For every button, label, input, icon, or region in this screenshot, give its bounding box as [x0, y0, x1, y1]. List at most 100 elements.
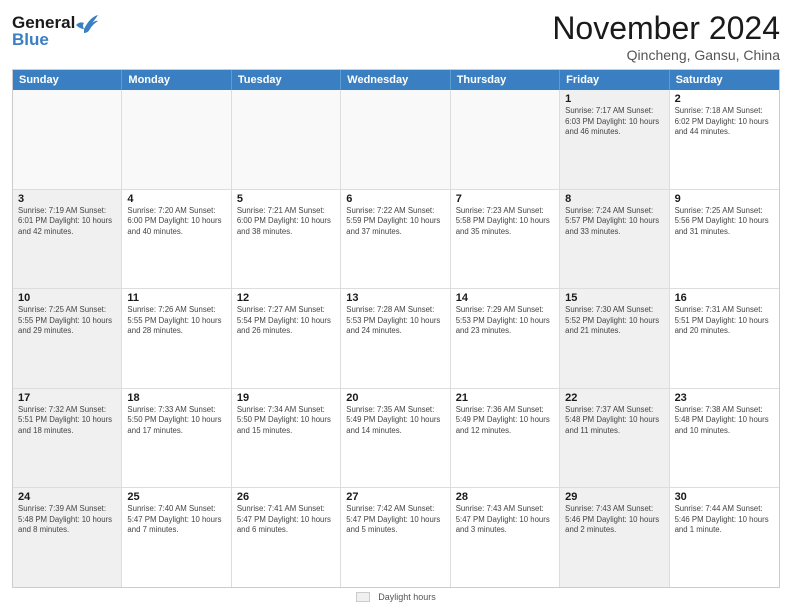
day-info: Sunrise: 7:33 AM Sunset: 5:50 PM Dayligh…	[127, 405, 225, 437]
calendar-row-1: 3Sunrise: 7:19 AM Sunset: 6:01 PM Daylig…	[13, 189, 779, 289]
day-cell-14: 14Sunrise: 7:29 AM Sunset: 5:53 PM Dayli…	[451, 289, 560, 388]
day-number: 30	[675, 491, 774, 503]
legend-box	[356, 592, 370, 602]
day-info: Sunrise: 7:25 AM Sunset: 5:56 PM Dayligh…	[675, 206, 774, 238]
page: General Blue November 2024 Qincheng, Gan…	[0, 0, 792, 612]
day-number: 1	[565, 93, 663, 105]
day-header-tuesday: Tuesday	[232, 70, 341, 90]
day-info: Sunrise: 7:23 AM Sunset: 5:58 PM Dayligh…	[456, 206, 554, 238]
empty-cell-0-3	[341, 90, 450, 189]
day-number: 15	[565, 292, 663, 304]
day-cell-9: 9Sunrise: 7:25 AM Sunset: 5:56 PM Daylig…	[670, 190, 779, 289]
empty-cell-0-4	[451, 90, 560, 189]
day-info: Sunrise: 7:42 AM Sunset: 5:47 PM Dayligh…	[346, 504, 444, 536]
day-number: 22	[565, 392, 663, 404]
day-number: 9	[675, 193, 774, 205]
day-number: 27	[346, 491, 444, 503]
logo-bird-icon	[76, 15, 98, 33]
day-info: Sunrise: 7:21 AM Sunset: 6:00 PM Dayligh…	[237, 206, 335, 238]
day-info: Sunrise: 7:39 AM Sunset: 5:48 PM Dayligh…	[18, 504, 116, 536]
empty-cell-0-0	[13, 90, 122, 189]
day-number: 8	[565, 193, 663, 205]
day-cell-5: 5Sunrise: 7:21 AM Sunset: 6:00 PM Daylig…	[232, 190, 341, 289]
day-cell-6: 6Sunrise: 7:22 AM Sunset: 5:59 PM Daylig…	[341, 190, 450, 289]
calendar-row-3: 17Sunrise: 7:32 AM Sunset: 5:51 PM Dayli…	[13, 388, 779, 488]
day-header-wednesday: Wednesday	[341, 70, 450, 90]
day-cell-10: 10Sunrise: 7:25 AM Sunset: 5:55 PM Dayli…	[13, 289, 122, 388]
day-number: 23	[675, 392, 774, 404]
day-info: Sunrise: 7:43 AM Sunset: 5:46 PM Dayligh…	[565, 504, 663, 536]
day-cell-18: 18Sunrise: 7:33 AM Sunset: 5:50 PM Dayli…	[122, 389, 231, 488]
footer: Daylight hours	[12, 592, 780, 602]
day-number: 7	[456, 193, 554, 205]
day-info: Sunrise: 7:41 AM Sunset: 5:47 PM Dayligh…	[237, 504, 335, 536]
day-info: Sunrise: 7:36 AM Sunset: 5:49 PM Dayligh…	[456, 405, 554, 437]
day-info: Sunrise: 7:31 AM Sunset: 5:51 PM Dayligh…	[675, 305, 774, 337]
day-info: Sunrise: 7:25 AM Sunset: 5:55 PM Dayligh…	[18, 305, 116, 337]
day-cell-20: 20Sunrise: 7:35 AM Sunset: 5:49 PM Dayli…	[341, 389, 450, 488]
day-number: 10	[18, 292, 116, 304]
day-cell-11: 11Sunrise: 7:26 AM Sunset: 5:55 PM Dayli…	[122, 289, 231, 388]
logo-blue-text: Blue	[12, 31, 98, 50]
title-block: November 2024 Qincheng, Gansu, China	[552, 10, 780, 63]
day-cell-7: 7Sunrise: 7:23 AM Sunset: 5:58 PM Daylig…	[451, 190, 560, 289]
day-info: Sunrise: 7:24 AM Sunset: 5:57 PM Dayligh…	[565, 206, 663, 238]
calendar: SundayMondayTuesdayWednesdayThursdayFrid…	[12, 69, 780, 588]
day-number: 21	[456, 392, 554, 404]
day-cell-28: 28Sunrise: 7:43 AM Sunset: 5:47 PM Dayli…	[451, 488, 560, 587]
day-number: 20	[346, 392, 444, 404]
day-cell-29: 29Sunrise: 7:43 AM Sunset: 5:46 PM Dayli…	[560, 488, 669, 587]
legend-label: Daylight hours	[378, 592, 436, 602]
day-info: Sunrise: 7:38 AM Sunset: 5:48 PM Dayligh…	[675, 405, 774, 437]
day-info: Sunrise: 7:30 AM Sunset: 5:52 PM Dayligh…	[565, 305, 663, 337]
day-info: Sunrise: 7:40 AM Sunset: 5:47 PM Dayligh…	[127, 504, 225, 536]
day-number: 19	[237, 392, 335, 404]
day-cell-25: 25Sunrise: 7:40 AM Sunset: 5:47 PM Dayli…	[122, 488, 231, 587]
day-cell-26: 26Sunrise: 7:41 AM Sunset: 5:47 PM Dayli…	[232, 488, 341, 587]
day-number: 24	[18, 491, 116, 503]
day-cell-22: 22Sunrise: 7:37 AM Sunset: 5:48 PM Dayli…	[560, 389, 669, 488]
empty-cell-0-1	[122, 90, 231, 189]
calendar-header: SundayMondayTuesdayWednesdayThursdayFrid…	[13, 70, 779, 90]
day-number: 2	[675, 93, 774, 105]
day-cell-4: 4Sunrise: 7:20 AM Sunset: 6:00 PM Daylig…	[122, 190, 231, 289]
day-cell-21: 21Sunrise: 7:36 AM Sunset: 5:49 PM Dayli…	[451, 389, 560, 488]
day-cell-19: 19Sunrise: 7:34 AM Sunset: 5:50 PM Dayli…	[232, 389, 341, 488]
day-info: Sunrise: 7:20 AM Sunset: 6:00 PM Dayligh…	[127, 206, 225, 238]
day-info: Sunrise: 7:43 AM Sunset: 5:47 PM Dayligh…	[456, 504, 554, 536]
day-cell-2: 2Sunrise: 7:18 AM Sunset: 6:02 PM Daylig…	[670, 90, 779, 189]
day-info: Sunrise: 7:29 AM Sunset: 5:53 PM Dayligh…	[456, 305, 554, 337]
day-info: Sunrise: 7:26 AM Sunset: 5:55 PM Dayligh…	[127, 305, 225, 337]
day-number: 6	[346, 193, 444, 205]
day-number: 13	[346, 292, 444, 304]
day-header-thursday: Thursday	[451, 70, 560, 90]
month-title: November 2024	[552, 10, 780, 47]
day-header-friday: Friday	[560, 70, 669, 90]
day-info: Sunrise: 7:34 AM Sunset: 5:50 PM Dayligh…	[237, 405, 335, 437]
empty-cell-0-2	[232, 90, 341, 189]
day-info: Sunrise: 7:28 AM Sunset: 5:53 PM Dayligh…	[346, 305, 444, 337]
day-number: 11	[127, 292, 225, 304]
day-number: 5	[237, 193, 335, 205]
day-number: 16	[675, 292, 774, 304]
day-cell-1: 1Sunrise: 7:17 AM Sunset: 6:03 PM Daylig…	[560, 90, 669, 189]
day-number: 29	[565, 491, 663, 503]
day-header-monday: Monday	[122, 70, 231, 90]
day-info: Sunrise: 7:27 AM Sunset: 5:54 PM Dayligh…	[237, 305, 335, 337]
calendar-row-0: 1Sunrise: 7:17 AM Sunset: 6:03 PM Daylig…	[13, 90, 779, 189]
calendar-body: 1Sunrise: 7:17 AM Sunset: 6:03 PM Daylig…	[13, 90, 779, 587]
day-info: Sunrise: 7:22 AM Sunset: 5:59 PM Dayligh…	[346, 206, 444, 238]
day-info: Sunrise: 7:19 AM Sunset: 6:01 PM Dayligh…	[18, 206, 116, 238]
day-number: 18	[127, 392, 225, 404]
calendar-row-2: 10Sunrise: 7:25 AM Sunset: 5:55 PM Dayli…	[13, 288, 779, 388]
day-cell-30: 30Sunrise: 7:44 AM Sunset: 5:46 PM Dayli…	[670, 488, 779, 587]
day-number: 17	[18, 392, 116, 404]
day-cell-17: 17Sunrise: 7:32 AM Sunset: 5:51 PM Dayli…	[13, 389, 122, 488]
day-header-sunday: Sunday	[13, 70, 122, 90]
day-cell-27: 27Sunrise: 7:42 AM Sunset: 5:47 PM Dayli…	[341, 488, 450, 587]
header: General Blue November 2024 Qincheng, Gan…	[12, 10, 780, 63]
day-cell-12: 12Sunrise: 7:27 AM Sunset: 5:54 PM Dayli…	[232, 289, 341, 388]
calendar-row-4: 24Sunrise: 7:39 AM Sunset: 5:48 PM Dayli…	[13, 487, 779, 587]
day-info: Sunrise: 7:35 AM Sunset: 5:49 PM Dayligh…	[346, 405, 444, 437]
day-cell-8: 8Sunrise: 7:24 AM Sunset: 5:57 PM Daylig…	[560, 190, 669, 289]
